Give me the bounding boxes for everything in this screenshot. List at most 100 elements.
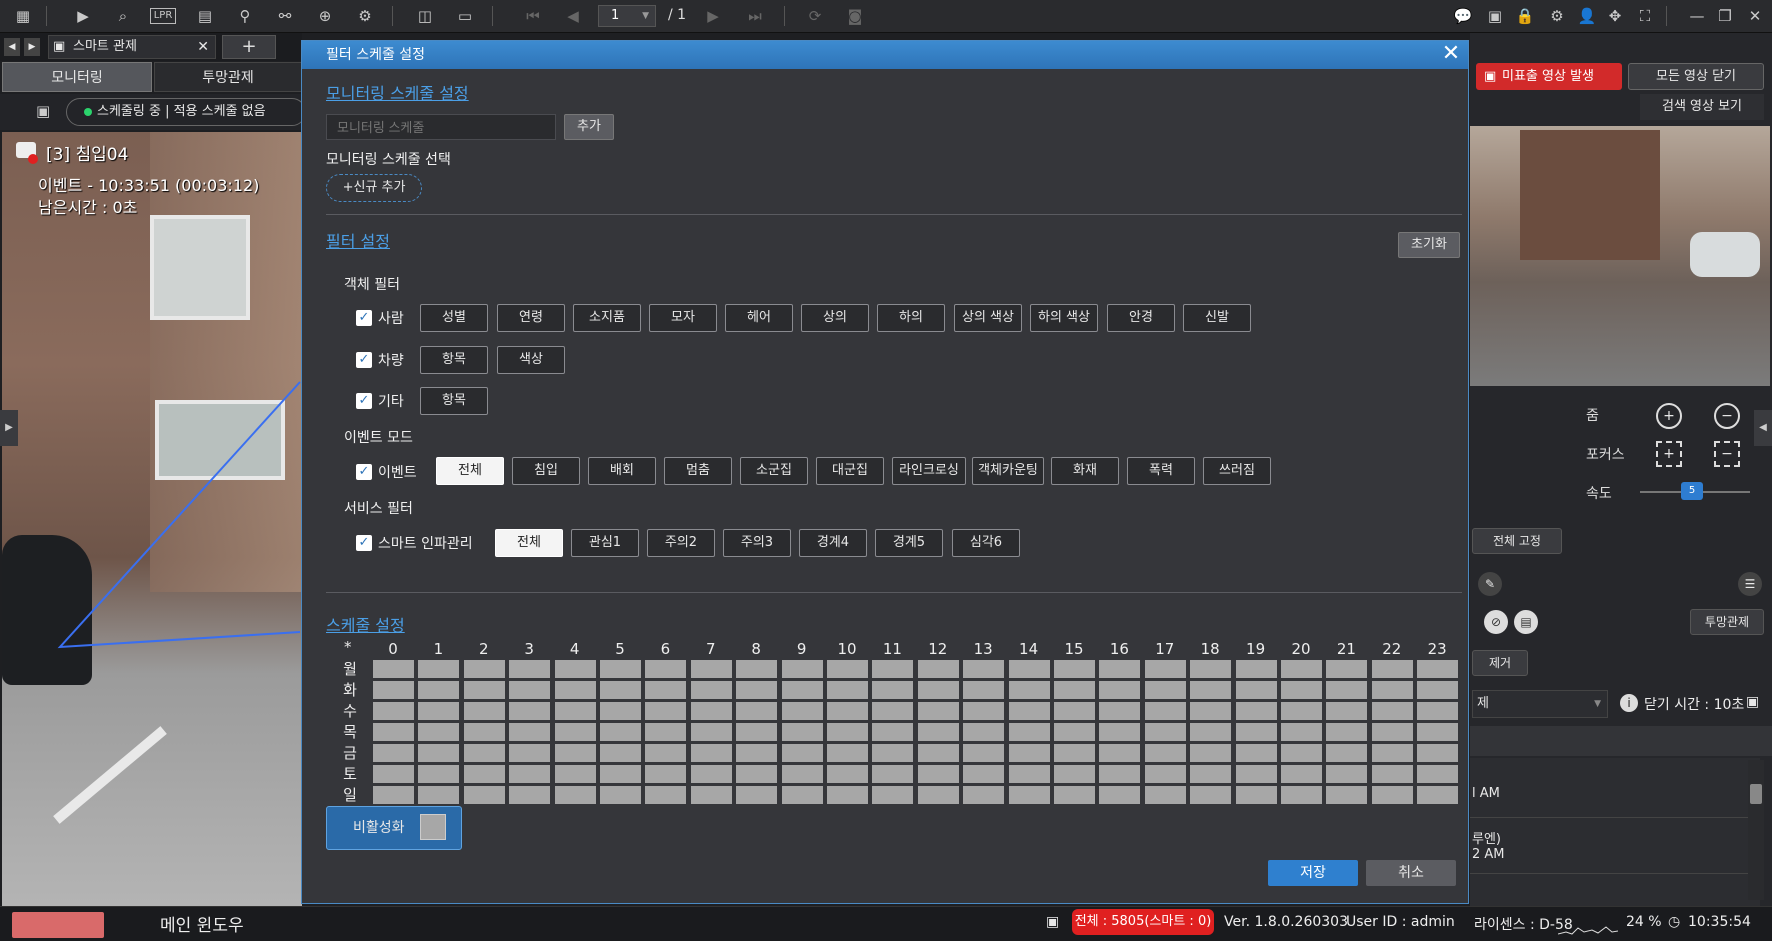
schedule-cell[interactable]: [600, 702, 641, 720]
schedule-cell[interactable]: [736, 744, 778, 762]
filter-chip-glasses[interactable]: 안경: [1107, 304, 1175, 332]
schedule-cell[interactable]: [963, 681, 1005, 699]
event-checkbox[interactable]: ✓: [356, 464, 372, 480]
schedule-cell[interactable]: [1008, 765, 1050, 783]
schedule-cell[interactable]: [463, 702, 505, 720]
list-icon[interactable]: ☰: [1738, 572, 1762, 596]
filter-chip-bottom[interactable]: 하의: [877, 304, 945, 332]
tab-add-button[interactable]: +: [222, 35, 276, 59]
next-page-icon[interactable]: ▶: [702, 6, 724, 26]
schedule-cell[interactable]: [554, 786, 596, 804]
schedule-cell[interactable]: [373, 744, 414, 762]
schedule-cell[interactable]: [690, 786, 732, 804]
remove-button[interactable]: 제거: [1472, 650, 1528, 676]
vehicle-checkbox[interactable]: ✓: [356, 352, 372, 368]
schedule-cell[interactable]: [600, 723, 641, 741]
bicycle-icon[interactable]: ⚯: [274, 6, 296, 26]
schedule-cell[interactable]: [645, 681, 687, 699]
hour-label[interactable]: 22: [1372, 640, 1412, 658]
schedule-cell[interactable]: [554, 681, 596, 699]
new-schedule-button[interactable]: +신규 추가: [326, 174, 422, 202]
schedule-cell[interactable]: [1417, 786, 1459, 804]
list-item[interactable]: 루엔) 2 AM: [1470, 820, 1750, 874]
schedule-cell[interactable]: [1417, 765, 1459, 783]
schedule-cell[interactable]: [509, 765, 551, 783]
schedule-cell[interactable]: [373, 786, 414, 804]
hour-label[interactable]: 8: [736, 640, 776, 658]
schedule-cell[interactable]: [781, 723, 823, 741]
expand-left-icon[interactable]: ▶: [0, 410, 18, 446]
page-number-input[interactable]: 1 ▼: [598, 5, 656, 27]
schedule-cell[interactable]: [418, 786, 460, 804]
schedule-cell[interactable]: [1190, 723, 1232, 741]
schedule-cell[interactable]: [1326, 765, 1368, 783]
schedule-cell[interactable]: [463, 744, 505, 762]
calendar-icon[interactable]: ▤: [194, 6, 216, 26]
hour-label[interactable]: 18: [1190, 640, 1230, 658]
schedule-cell[interactable]: [1235, 786, 1277, 804]
schedule-cell[interactable]: [827, 786, 868, 804]
close-icon[interactable]: ✕: [1438, 42, 1464, 68]
schedule-cell[interactable]: [418, 744, 460, 762]
schedule-cell[interactable]: [781, 786, 823, 804]
event-chip-loitering[interactable]: 배회: [588, 457, 656, 485]
schedule-cell[interactable]: [1099, 765, 1141, 783]
schedule-cell[interactable]: [1371, 702, 1413, 720]
schedule-cell[interactable]: [827, 681, 868, 699]
minimize-icon[interactable]: —: [1686, 6, 1708, 26]
reset-button[interactable]: 초기화: [1398, 232, 1460, 258]
event-chip-line-crossing[interactable]: 라인크로싱: [892, 457, 966, 485]
schedule-cell[interactable]: [963, 702, 1005, 720]
schedule-cell[interactable]: [1417, 723, 1459, 741]
schedule-cell[interactable]: [1281, 702, 1322, 720]
schedule-cell[interactable]: [418, 723, 460, 741]
schedule-cell[interactable]: [600, 744, 641, 762]
schedule-cell[interactable]: [736, 786, 778, 804]
schedule-cell[interactable]: [872, 681, 914, 699]
focus-out-icon[interactable]: −: [1714, 441, 1740, 467]
schedule-cell[interactable]: [1235, 744, 1277, 762]
gear-icon[interactable]: ⚙: [1546, 6, 1568, 26]
schedule-cell[interactable]: [963, 744, 1005, 762]
fullscreen-icon[interactable]: ⛶: [1634, 6, 1656, 26]
schedule-cell[interactable]: [509, 723, 551, 741]
hour-label[interactable]: 23: [1417, 640, 1457, 658]
schedule-cell[interactable]: [1235, 765, 1277, 783]
service-chip-level4[interactable]: 경계4: [799, 529, 867, 557]
schedule-cell[interactable]: [463, 660, 505, 678]
hour-label[interactable]: 2: [464, 640, 504, 658]
day-label[interactable]: 금: [340, 742, 360, 763]
schedule-cell[interactable]: [1326, 723, 1368, 741]
schedule-cell[interactable]: [463, 786, 505, 804]
window-close-icon[interactable]: ✕: [1744, 6, 1766, 26]
schedule-cell[interactable]: [373, 765, 414, 783]
schedule-cell[interactable]: [1371, 723, 1413, 741]
event-chip-violence[interactable]: 폭력: [1127, 457, 1195, 485]
schedule-cell[interactable]: [418, 702, 460, 720]
event-chip-object-counting[interactable]: 객체카운팅: [972, 457, 1044, 485]
schedule-cell[interactable]: [736, 660, 778, 678]
lpr-icon[interactable]: LPR: [150, 8, 176, 24]
schedule-cell[interactable]: [827, 765, 868, 783]
schedule-cell[interactable]: [1054, 744, 1095, 762]
filter-chip-other-item[interactable]: 항목: [420, 387, 488, 415]
schedule-cell[interactable]: [1008, 786, 1050, 804]
search-video-button[interactable]: 검색 영상 보기: [1640, 94, 1764, 120]
service-chip-all[interactable]: 전체: [495, 529, 563, 557]
hour-label[interactable]: 6: [645, 640, 685, 658]
schedule-cell[interactable]: [1190, 765, 1232, 783]
user-icon[interactable]: 👤: [1576, 6, 1598, 26]
schedule-cell[interactable]: [1099, 786, 1141, 804]
filter-chip-belongings[interactable]: 소지품: [573, 304, 641, 332]
schedule-cell[interactable]: [1190, 744, 1232, 762]
pen-icon[interactable]: ✎: [1478, 572, 1502, 596]
move-icon[interactable]: ✥: [1604, 6, 1626, 26]
filter-chip-bottom-color[interactable]: 하의 색상: [1030, 304, 1098, 332]
day-label[interactable]: 월: [340, 658, 360, 679]
hour-label[interactable]: 4: [555, 640, 595, 658]
schedule-cell[interactable]: [600, 660, 641, 678]
schedule-cell[interactable]: [554, 744, 596, 762]
schedule-cell[interactable]: [781, 744, 823, 762]
schedule-cell[interactable]: [1054, 786, 1095, 804]
subtab-tumang[interactable]: 투망관제: [154, 62, 302, 92]
